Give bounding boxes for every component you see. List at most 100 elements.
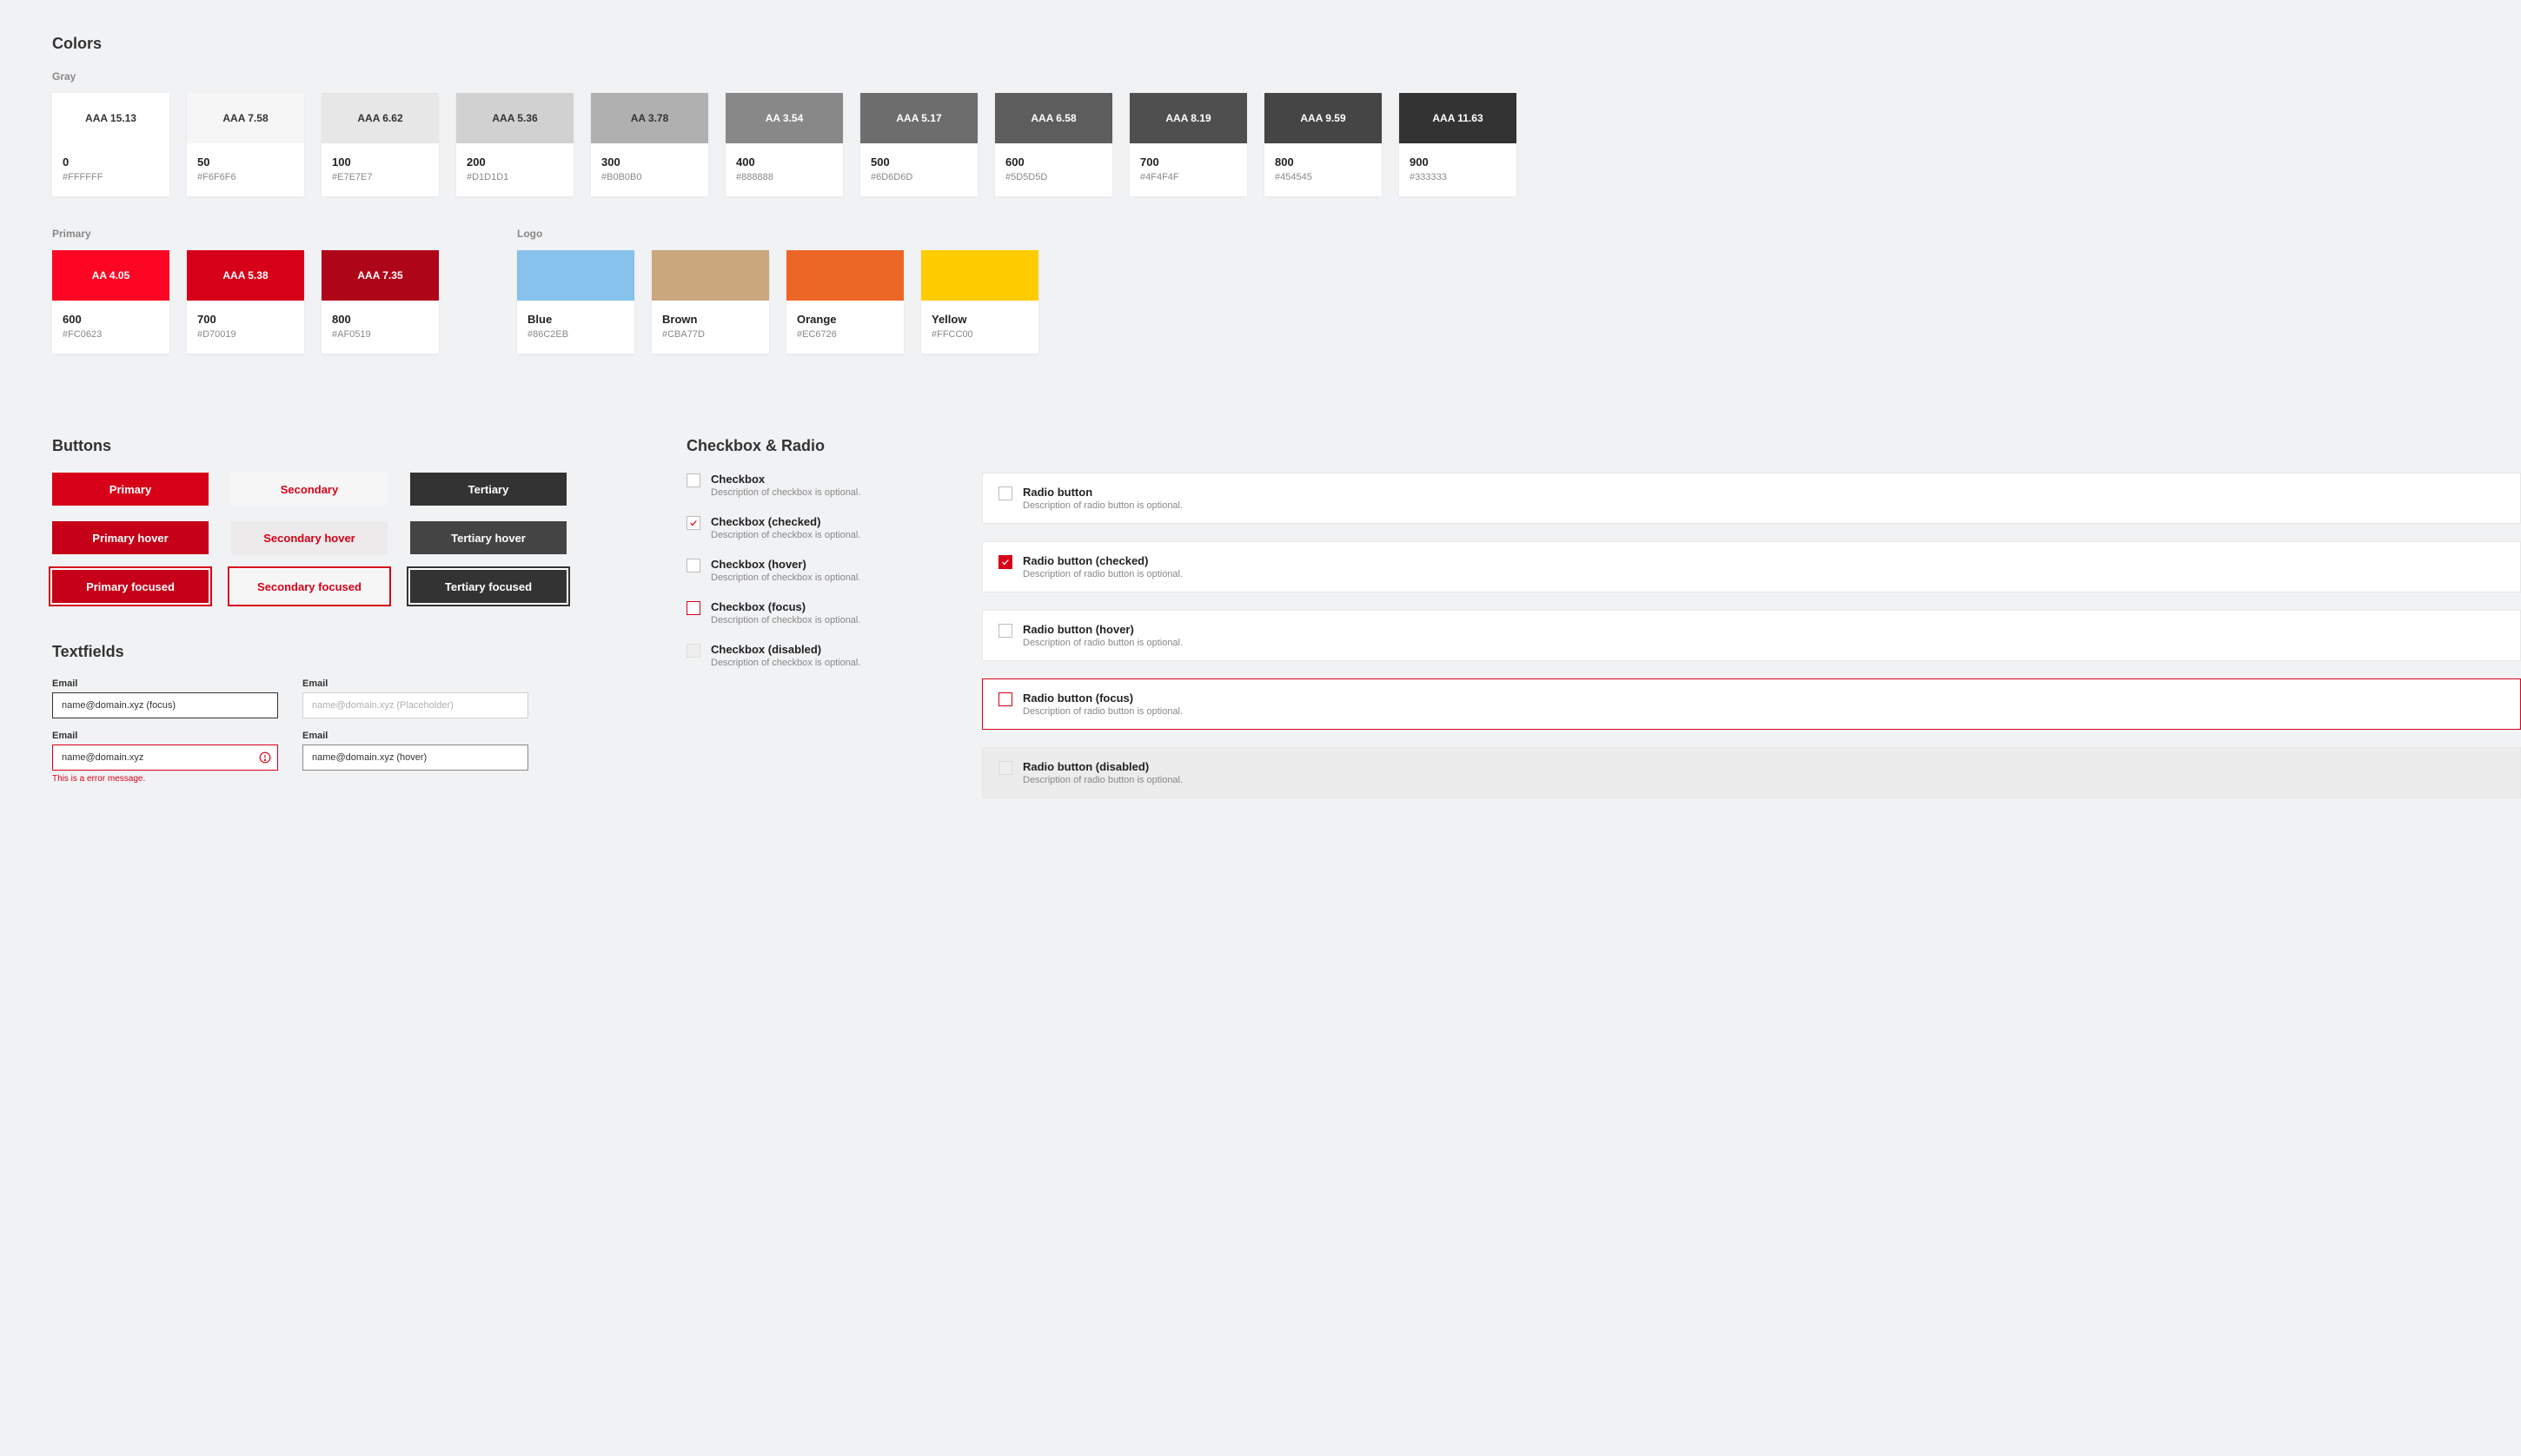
- email-label: Email: [302, 678, 528, 689]
- email-label: Email: [302, 731, 528, 741]
- swatch-contrast: AAA 5.36: [456, 93, 574, 143]
- tertiary-focused-button[interactable]: Tertiary focused: [410, 570, 567, 603]
- error-message: This is a error message.: [52, 774, 278, 784]
- swatch-hex: #B0B0B0: [601, 172, 698, 182]
- color-swatch: AAA 7.35800#AF0519: [322, 250, 439, 354]
- email-input-placeholder[interactable]: [302, 692, 528, 718]
- checkbox-description: Description of checkbox is optional.: [711, 615, 860, 625]
- radio-label: Radio button (disabled): [1023, 760, 1183, 773]
- swatch-contrast: AAA 6.58: [995, 93, 1112, 143]
- checkbox-description: Description of checkbox is optional.: [711, 530, 860, 540]
- swatch-contrast: AA 4.05: [52, 250, 169, 301]
- radio-description: Description of radio button is optional.: [1023, 706, 1183, 717]
- swatch-hex: #FFFFFF: [63, 172, 159, 182]
- swatch-contrast: AAA 5.38: [187, 250, 304, 301]
- swatch-contrast: AAA 9.59: [1264, 93, 1382, 143]
- secondary-focused-button[interactable]: Secondary focused: [231, 570, 388, 603]
- color-swatch: AAA 15.130#FFFFFF: [52, 93, 169, 196]
- color-swatch: AAA 11.63900#333333: [1399, 93, 1516, 196]
- swatch-hex: #EC6726: [797, 329, 893, 340]
- error-icon: [259, 751, 271, 764]
- checkbox-label: Checkbox (disabled): [711, 643, 860, 656]
- primary-swatches: AA 4.05600#FC0623AAA 5.38700#D70019AAA 7…: [52, 250, 439, 354]
- swatch-contrast: [652, 250, 769, 301]
- email-label: Email: [52, 678, 278, 689]
- primary-hover-button[interactable]: Primary hover: [52, 521, 209, 554]
- radio-description: Description of radio button is optional.: [1023, 569, 1183, 579]
- radio-card[interactable]: Radio button (checked)Description of rad…: [982, 541, 2521, 592]
- textfield-error: Email This is a error message.: [52, 731, 278, 784]
- swatch-hex: #D1D1D1: [467, 172, 563, 182]
- logo-swatches: Blue#86C2EBBrown#CBA77DOrange#EC6726Yell…: [517, 250, 1038, 354]
- radio-card[interactable]: Radio buttonDescription of radio button …: [982, 473, 2521, 524]
- radio-input: [998, 624, 1012, 638]
- color-swatch: Brown#CBA77D: [652, 250, 769, 354]
- swatch-hex: #E7E7E7: [332, 172, 428, 182]
- swatch-name: 0: [63, 156, 159, 169]
- radio-card: Radio button (disabled)Description of ra…: [982, 747, 2521, 798]
- color-swatch: Blue#86C2EB: [517, 250, 634, 354]
- checkbox-input[interactable]: [687, 559, 700, 572]
- swatch-contrast: [517, 250, 634, 301]
- swatch-name: 800: [332, 313, 428, 326]
- swatch-hex: #5D5D5D: [1005, 172, 1102, 182]
- color-swatch: AAA 8.19700#4F4F4F: [1130, 93, 1247, 196]
- radio-card[interactable]: Radio button (focus)Description of radio…: [982, 678, 2521, 730]
- email-label: Email: [52, 731, 278, 741]
- color-swatch: AAA 5.38 700 #D70019: [187, 250, 304, 354]
- swatch-name: 700: [197, 313, 294, 326]
- swatch-contrast: AA 3.54: [726, 93, 843, 143]
- swatch-name: 600: [63, 313, 159, 326]
- radio-label: Radio button: [1023, 486, 1183, 499]
- radio-card[interactable]: Radio button (hover) Description of radio…: [982, 610, 2521, 661]
- textfield-focus: Email: [52, 678, 278, 718]
- secondary-hover-button[interactable]: Secondary hover: [231, 521, 388, 554]
- checkbox-label: Checkbox (hover): [711, 558, 860, 571]
- checkbox-description: Description of checkbox is optional.: [711, 658, 860, 668]
- tertiary-button[interactable]: Tertiary: [410, 473, 567, 506]
- secondary-button[interactable]: Secondary: [231, 473, 388, 506]
- color-swatch: AAA 7.5850#F6F6F6: [187, 93, 304, 196]
- checkbox-label: Checkbox (checked): [711, 515, 860, 528]
- swatch-contrast: AAA 7.58: [187, 93, 304, 143]
- swatch-name: Blue: [527, 313, 624, 326]
- swatch-name: 600: [1005, 156, 1102, 169]
- swatch-name: 500: [871, 156, 967, 169]
- checkbox-item: CheckboxDescription of checkbox is optio…: [687, 473, 930, 498]
- primary-focused-button[interactable]: Primary focused: [52, 570, 209, 603]
- checkbox-input[interactable]: [687, 516, 700, 530]
- radio-description: Description of radio button is optional.: [1023, 500, 1183, 511]
- color-swatch: AA 3.78300#B0B0B0: [591, 93, 708, 196]
- radio-description: Description of radio button is optional.: [1023, 638, 1183, 648]
- color-swatch: AAA 9.59800#454545: [1264, 93, 1382, 196]
- primary-label: Primary: [52, 228, 439, 240]
- tertiary-hover-button[interactable]: Tertiary hover: [410, 521, 567, 554]
- radio-list: Radio buttonDescription of radio button …: [982, 473, 2521, 798]
- gray-swatches: AAA 15.130#FFFFFFAAA 7.5850#F6F6F6AAA 6.…: [52, 93, 2521, 196]
- email-input-focus[interactable]: [52, 692, 278, 718]
- radio-input: [998, 761, 1012, 775]
- checkbox-item: Checkbox (checked) Description of checkbo…: [687, 515, 930, 540]
- primary-button[interactable]: Primary: [52, 473, 209, 506]
- swatch-hex: #CBA77D: [662, 329, 759, 340]
- section-checkbox-radio-title: Checkbox & Radio: [687, 437, 2521, 455]
- section-colors-title: Colors: [52, 35, 2521, 53]
- email-input-hover[interactable]: [302, 745, 528, 771]
- swatch-name: 50: [197, 156, 294, 169]
- checkbox-input[interactable]: [687, 473, 700, 487]
- swatch-name: Yellow: [932, 313, 1028, 326]
- swatch-name: 800: [1275, 156, 1371, 169]
- checkbox-item: Checkbox (disabled) Description of checkb…: [687, 643, 930, 668]
- checkbox-description: Description of checkbox is optional.: [711, 487, 860, 498]
- swatch-contrast: AAA 5.17: [860, 93, 978, 143]
- checkbox-description: Description of checkbox is optional.: [711, 572, 860, 583]
- swatch-name: 900: [1410, 156, 1506, 169]
- checkbox-input[interactable]: [687, 601, 700, 615]
- swatch-hex: #FFCC00: [932, 329, 1028, 340]
- swatch-hex: #D70019: [197, 329, 294, 340]
- textfield-placeholder: Email: [302, 678, 528, 718]
- swatch-name: 100: [332, 156, 428, 169]
- email-input-error[interactable]: [52, 745, 278, 771]
- swatch-hex: #4F4F4F: [1140, 172, 1237, 182]
- radio-label: Radio button (hover): [1023, 623, 1183, 636]
